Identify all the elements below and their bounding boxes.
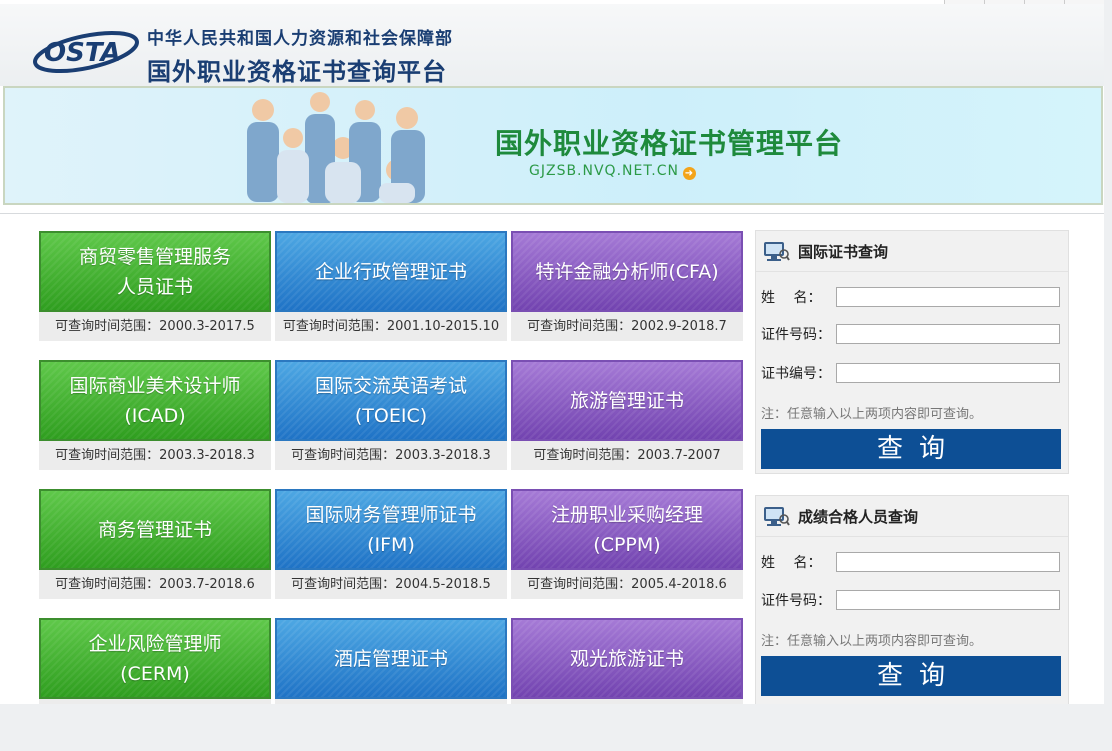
cert-tile: 旅游管理证书 可查询时间范围：2003.7-2007: [511, 360, 743, 470]
cert-number-input[interactable]: [836, 363, 1060, 383]
cert-tile: 酒店管理证书: [275, 618, 507, 704]
cert-name-line2[interactable]: (CPPM): [593, 534, 660, 556]
cert-button-ifm[interactable]: 国际财务管理师证书 (IFM): [275, 489, 507, 570]
name-row: 姓 名：: [761, 286, 1060, 308]
cert-button-hotel-management[interactable]: 酒店管理证书: [275, 618, 507, 699]
cert-query-range: 可查询时间范围：2001.10-2015.10: [275, 312, 507, 341]
cert-name[interactable]: 旅游管理证书: [570, 390, 684, 412]
banner-title: 国外职业资格证书管理平台: [495, 127, 844, 160]
cert-query-range: 可查询时间范围：2003.7-2007: [511, 441, 743, 470]
panel-title: 国际证书查询: [798, 242, 889, 261]
banner-url-link[interactable]: GJZSB.NVQ.NET.CN ➜: [529, 163, 696, 180]
cert-name[interactable]: 国际财务管理师证书: [305, 504, 476, 526]
cert-name[interactable]: 酒店管理证书: [334, 648, 448, 670]
query-note: 注：任意输入以上两项内容即可查询。: [761, 407, 983, 422]
pass-query-panel: 成绩合格人员查询 姓 名： 证件号码： 注：任意输入以上两项内容即可查询。 查询: [755, 495, 1069, 704]
name-label: 姓 名：: [761, 555, 822, 571]
cert-query-range: 可查询时间范围：2003.3-2018.3: [275, 441, 507, 470]
pass-query-button[interactable]: 查询: [761, 656, 1061, 696]
cert-name-line2[interactable]: (CERM): [120, 663, 190, 685]
site-header: OSTA 中华人民共和国人力资源和社会保障部 国外职业资格证书查询平台: [0, 4, 1104, 86]
cert-tile: 观光旅游证书: [511, 618, 743, 704]
cert-name-line2[interactable]: (IFM): [367, 534, 415, 556]
cert-tile: 国际财务管理师证书 (IFM) 可查询时间范围：2004.5-2018.5: [275, 489, 507, 599]
ministry-name: 中华人民共和国人力资源和社会保障部: [147, 29, 453, 49]
cert-tile: 企业风险管理师 (CERM): [39, 618, 271, 704]
name-input[interactable]: [836, 287, 1060, 307]
cert-query-range: 可查询时间范围：2005.4-2018.6: [511, 570, 743, 599]
cert-query-range: 可查询时间范围：2003.7-2018.6: [39, 570, 271, 599]
cert-button-retail-management[interactable]: 商贸零售管理服务 人员证书: [39, 231, 271, 312]
logo-text: OSTA: [44, 38, 121, 68]
cert-query-range: 可查询时间范围：2003.3-2018.3: [39, 441, 271, 470]
name-label: 姓 名：: [761, 290, 822, 306]
divider: [0, 213, 1104, 214]
intl-query-button[interactable]: 查询: [761, 429, 1061, 469]
cert-tile: 国际商业美术设计师 (ICAD) 可查询时间范围：2003.3-2018.3: [39, 360, 271, 470]
cert-button-cerm[interactable]: 企业风险管理师 (CERM): [39, 618, 271, 699]
computer-search-icon: [764, 242, 790, 261]
id-number-label: 证件号码：: [761, 593, 831, 609]
query-note: 注：任意输入以上两项内容即可查询。: [761, 634, 983, 649]
intl-cert-query-panel: 国际证书查询 姓 名： 证件号码： 证书编号： 注：任意输入以上两项内容即可查询…: [755, 230, 1069, 474]
platform-name: 国外职业资格证书查询平台: [147, 58, 447, 86]
page: OSTA 中华人民共和国人力资源和社会保障部 国外职业资格证书查询平台 国外职业…: [0, 0, 1104, 704]
cert-button-tourism-management[interactable]: 旅游管理证书: [511, 360, 743, 441]
business-people-photo: [247, 92, 425, 203]
cert-name[interactable]: 注册职业采购经理: [551, 504, 703, 526]
cert-name-line2[interactable]: (TOEIC): [355, 405, 427, 427]
cert-number-label: 证书编号：: [761, 366, 831, 382]
cert-query-range: 可查询时间范围：2000.3-2017.5: [39, 312, 271, 341]
panel-title: 成绩合格人员查询: [798, 507, 919, 526]
cert-name-line2[interactable]: 人员证书: [117, 276, 193, 298]
id-number-input[interactable]: [836, 324, 1060, 344]
cert-query-range: 可查询时间范围：2002.9-2018.7: [511, 312, 743, 341]
cert-button-sightseeing-tourism[interactable]: 观光旅游证书: [511, 618, 743, 699]
cert-name[interactable]: 国际交流英语考试: [315, 375, 467, 397]
cert-name[interactable]: 商务管理证书: [98, 519, 212, 541]
cert-tile: 企业行政管理证书 可查询时间范围：2001.10-2015.10: [275, 231, 507, 341]
cert-button-icad[interactable]: 国际商业美术设计师 (ICAD): [39, 360, 271, 441]
arrow-right-circle-icon[interactable]: ➜: [682, 167, 696, 180]
cert-query-range: 可查询时间范围：2004.5-2018.5: [275, 570, 507, 599]
cert-tile: 国际交流英语考试 (TOEIC) 可查询时间范围：2003.3-2018.3: [275, 360, 507, 470]
panel-header: 国际证书查询: [756, 231, 1068, 272]
cert-button-toeic[interactable]: 国际交流英语考试 (TOEIC): [275, 360, 507, 441]
cert-button-business-management[interactable]: 商务管理证书: [39, 489, 271, 570]
cert-button-admin-management[interactable]: 企业行政管理证书: [275, 231, 507, 312]
cert-name[interactable]: 观光旅游证书: [570, 648, 684, 670]
cert-name[interactable]: 国际商业美术设计师: [69, 375, 240, 397]
cert-name[interactable]: 特许金融分析师(CFA): [535, 261, 718, 283]
cert-tile: 注册职业采购经理 (CPPM) 可查询时间范围：2005.4-2018.6: [511, 489, 743, 599]
osta-logo[interactable]: OSTA: [30, 24, 142, 80]
cert-name[interactable]: 企业行政管理证书: [315, 261, 467, 283]
cert-query-range: [39, 699, 271, 704]
banner-url-text[interactable]: GJZSB.NVQ.NET.CN: [529, 163, 679, 179]
cert-tile: 商贸零售管理服务 人员证书 可查询时间范围：2000.3-2017.5: [39, 231, 271, 341]
banner: 国外职业资格证书管理平台 GJZSB.NVQ.NET.CN ➜: [3, 86, 1103, 205]
cert-tile: 特许金融分析师(CFA) 可查询时间范围：2002.9-2018.7: [511, 231, 743, 341]
cert-name-line2[interactable]: (ICAD): [124, 405, 185, 427]
id-row: 证件号码：: [761, 323, 1060, 345]
cert-query-range: [511, 699, 743, 704]
name-input[interactable]: [836, 552, 1060, 572]
cert-number-row: 证书编号：: [761, 362, 1060, 384]
id-number-label: 证件号码：: [761, 327, 831, 343]
panel-header: 成绩合格人员查询: [756, 496, 1068, 537]
name-row: 姓 名：: [761, 551, 1060, 573]
computer-search-icon: [764, 507, 790, 526]
cert-name[interactable]: 商贸零售管理服务: [79, 246, 231, 268]
cert-tile: 商务管理证书 可查询时间范围：2003.7-2018.6: [39, 489, 271, 599]
cert-name[interactable]: 企业风险管理师: [88, 633, 221, 655]
id-number-input[interactable]: [836, 590, 1060, 610]
cert-button-cfa[interactable]: 特许金融分析师(CFA): [511, 231, 743, 312]
id-row: 证件号码：: [761, 589, 1060, 611]
cert-button-cppm[interactable]: 注册职业采购经理 (CPPM): [511, 489, 743, 570]
cert-query-range: [275, 699, 507, 704]
